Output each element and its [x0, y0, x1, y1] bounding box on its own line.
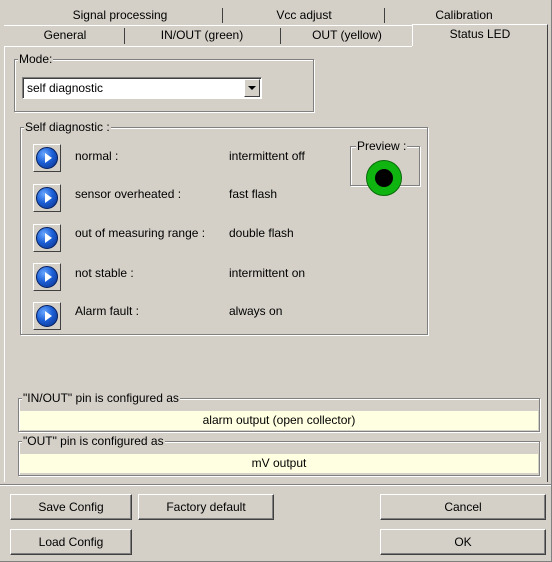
play-icon	[36, 266, 58, 288]
mode-select[interactable]: self diagnostic	[22, 77, 262, 99]
tab-general[interactable]: General	[6, 26, 124, 45]
tab-vcc-adjust[interactable]: Vcc adjust	[224, 6, 384, 25]
preview-not-stable-button[interactable]	[33, 263, 61, 291]
diag-value-not-stable: intermittent on	[229, 266, 306, 280]
ok-button[interactable]: OK	[380, 529, 546, 555]
preview-alarm-fault-button[interactable]	[33, 302, 61, 330]
diag-label-not-stable: not stable :	[75, 266, 134, 280]
tab-separator	[222, 8, 223, 23]
diag-value-normal: intermittent off	[229, 149, 305, 163]
tab-separator	[280, 28, 281, 44]
diag-label-normal: normal :	[75, 149, 119, 163]
tab-inout-green[interactable]: IN/OUT (green)	[126, 26, 278, 45]
tab-content-left-line	[4, 46, 5, 482]
preview-legend: Preview :	[356, 139, 408, 153]
status-led-icon	[366, 160, 402, 196]
diag-label-overheated: sensor overheated :	[75, 187, 182, 201]
self-diagnostic-legend: Self diagnostic :	[24, 120, 111, 134]
inout-pin-legend: "IN/OUT" pin is configured as	[22, 391, 180, 405]
play-icon	[36, 227, 58, 249]
diag-label-out-of-range: out of measuring range :	[75, 226, 206, 240]
play-icon	[36, 147, 58, 169]
tab-separator	[384, 8, 385, 23]
diag-value-out-of-range: double flash	[229, 226, 294, 240]
factory-default-button[interactable]: Factory default	[138, 494, 274, 520]
tab-content-right-line	[547, 46, 548, 482]
load-config-button[interactable]: Load Config	[10, 529, 132, 555]
tab-signal-processing[interactable]: Signal processing	[20, 6, 220, 25]
mode-legend: Mode:	[18, 52, 54, 66]
preview-overheated-button[interactable]	[33, 184, 61, 212]
mode-select-value: self diagnostic	[27, 81, 104, 95]
diag-value-alarm-fault: always on	[229, 304, 283, 318]
tab-status-led[interactable]: Status LED	[412, 24, 548, 46]
chevron-down-icon[interactable]	[244, 79, 260, 97]
diag-value-overheated: fast flash	[229, 187, 278, 201]
save-config-button[interactable]: Save Config	[10, 494, 132, 520]
play-icon	[36, 187, 58, 209]
footer-separator	[0, 484, 552, 486]
tab-calibration[interactable]: Calibration	[386, 6, 542, 25]
preview-normal-button[interactable]	[33, 144, 61, 172]
out-pin-value: mV output	[20, 454, 538, 473]
preview-out-of-range-button[interactable]	[33, 224, 61, 252]
tab-content-top-line	[4, 46, 412, 47]
cancel-button[interactable]: Cancel	[380, 494, 546, 520]
out-pin-legend: "OUT" pin is configured as	[22, 434, 165, 448]
tab-separator	[124, 28, 125, 44]
inout-pin-value: alarm output (open collector)	[20, 411, 538, 430]
play-icon	[36, 305, 58, 327]
tab-out-yellow[interactable]: OUT (yellow)	[282, 26, 412, 45]
diag-label-alarm-fault: Alarm fault :	[75, 304, 140, 318]
